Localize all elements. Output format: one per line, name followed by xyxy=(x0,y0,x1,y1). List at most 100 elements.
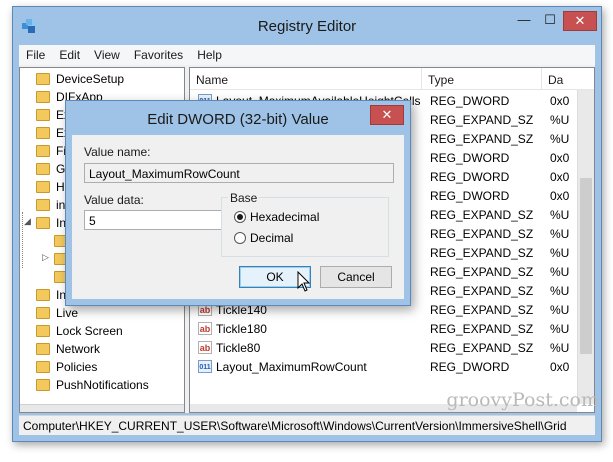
value-data-cell: %U xyxy=(550,132,570,146)
value-data-label: Value data: xyxy=(84,193,144,207)
tree-item-label: Lock Screen xyxy=(56,324,123,338)
value-type-cell: REG_EXPAND_SZ xyxy=(430,303,534,317)
tree-item[interactable]: PushNotifications xyxy=(20,376,180,394)
title-bar[interactable]: Registry Editor — ☐ ✕ xyxy=(13,7,601,45)
value-name-cell: Layout_MaximumRowCount xyxy=(216,360,367,374)
dialog-close-button[interactable]: ✕ xyxy=(370,105,404,125)
value-type-cell: REG_EXPAND_SZ xyxy=(430,227,534,241)
cancel-button[interactable]: Cancel xyxy=(320,266,392,288)
scrollbar-thumb[interactable] xyxy=(580,178,592,354)
folder-icon xyxy=(36,361,50,373)
value-type-cell: REG_DWORD xyxy=(430,94,510,108)
menu-help[interactable]: Help xyxy=(190,45,229,62)
folder-icon xyxy=(36,325,50,337)
value-type-cell: REG_EXPAND_SZ xyxy=(430,113,534,127)
tree-item-label: Policies xyxy=(56,360,98,374)
value-data-cell: %U xyxy=(550,303,570,317)
folder-icon xyxy=(36,145,50,157)
minimize-button[interactable]: — xyxy=(511,11,537,31)
edit-dword-dialog: Edit DWORD (32-bit) Value ✕ Value name: … xyxy=(65,100,411,306)
value-type-cell: REG_DWORD xyxy=(430,170,510,184)
folder-icon xyxy=(36,181,50,193)
value-data-cell: 0x0 xyxy=(550,151,570,165)
status-bar: Computer\HKEY_CURRENT_USER\Software\Micr… xyxy=(19,415,595,435)
value-data-cell: %U xyxy=(550,322,570,336)
tree-item-label: Network xyxy=(56,342,101,356)
value-name-label: Value name: xyxy=(84,145,151,159)
list-row[interactable]: ab Tickle80 REG_EXPAND_SZ %U xyxy=(190,338,594,357)
value-data-cell: 0x0 xyxy=(550,189,570,203)
radio-label: Decimal xyxy=(250,231,294,245)
value-name-cell: Tickle180 xyxy=(216,322,267,336)
watermark: groovyPost.com xyxy=(446,389,599,411)
folder-icon xyxy=(36,379,50,391)
folder-icon xyxy=(36,91,50,103)
value-type-cell: REG_DWORD xyxy=(430,151,510,165)
value-data-cell: 0x0 xyxy=(550,360,570,374)
list-header: Name Type Da xyxy=(190,68,594,90)
folder-icon xyxy=(36,289,50,301)
list-row[interactable]: 011 Layout_MaximumRowCount REG_DWORD 0x0 xyxy=(190,357,594,376)
value-type-cell: REG_DWORD xyxy=(430,360,510,374)
tree-item[interactable]: Lock Screen xyxy=(20,322,180,340)
menu-file[interactable]: File xyxy=(19,45,52,62)
value-type-cell: REG_EXPAND_SZ xyxy=(430,265,534,279)
radio-selected-icon xyxy=(234,211,246,223)
value-type-cell: REG_EXPAND_SZ xyxy=(430,246,534,260)
tree-item-label: H xyxy=(56,180,65,194)
expander-icon[interactable]: ▷ xyxy=(42,252,49,263)
tree-item-label: in xyxy=(56,198,66,212)
value-data-cell: %U xyxy=(550,284,570,298)
dword-value-icon: 011 xyxy=(198,360,212,373)
dialog-title: Edit DWORD (32-bit) Value xyxy=(147,111,329,128)
string-value-icon: ab xyxy=(198,341,212,354)
value-type-cell: REG_EXPAND_SZ xyxy=(430,284,534,298)
tree-item[interactable]: DeviceSetup xyxy=(20,70,180,88)
list-row[interactable]: ab Tickle180 REG_EXPAND_SZ %U xyxy=(190,319,594,338)
folder-icon xyxy=(36,127,50,139)
folder-icon xyxy=(36,163,50,175)
folder-icon xyxy=(36,73,50,85)
mouse-pointer-icon xyxy=(297,271,311,292)
value-type-cell: REG_EXPAND_SZ xyxy=(430,132,534,146)
value-name-field[interactable]: Layout_MaximumRowCount xyxy=(84,163,394,183)
value-type-cell: REG_EXPAND_SZ xyxy=(430,341,534,355)
status-path: Computer\HKEY_CURRENT_USER\Software\Micr… xyxy=(23,419,567,433)
menu-edit[interactable]: Edit xyxy=(52,45,87,62)
menu-bar: File Edit View Favorites Help xyxy=(19,45,595,65)
value-data-cell: %U xyxy=(550,246,570,260)
folder-icon xyxy=(36,307,50,319)
tree-item-label: G xyxy=(56,162,66,176)
column-header-name[interactable]: Name xyxy=(190,68,422,90)
menu-favorites[interactable]: Favorites xyxy=(127,45,190,62)
column-header-type[interactable]: Type xyxy=(422,68,542,90)
tree-item[interactable]: Policies xyxy=(20,358,180,376)
value-data-cell: %U xyxy=(550,113,570,127)
tree-item[interactable]: Live xyxy=(20,304,180,322)
column-header-data[interactable]: Da xyxy=(542,68,594,90)
folder-icon xyxy=(36,199,50,211)
value-data-cell: %U xyxy=(550,208,570,222)
tree-item-label: DeviceSetup xyxy=(56,72,125,86)
value-data-cell: 0x0 xyxy=(550,170,570,184)
value-data-cell: %U xyxy=(550,265,570,279)
tree-item[interactable]: Network xyxy=(20,340,180,358)
value-data-cell: 0x0 xyxy=(550,94,570,108)
value-data-input[interactable]: 5 xyxy=(84,210,222,230)
folder-icon xyxy=(36,217,50,229)
close-button[interactable]: ✕ xyxy=(563,11,597,31)
list-vertical-scrollbar[interactable] xyxy=(577,90,594,404)
base-label: Base xyxy=(228,191,260,205)
base-groupbox xyxy=(221,197,389,257)
dialog-body: Value name: Layout_MaximumRowCount Value… xyxy=(72,135,404,299)
folder-icon xyxy=(36,343,50,355)
folder-icon xyxy=(36,109,50,121)
value-type-cell: REG_DWORD xyxy=(430,189,510,203)
maximize-button[interactable]: ☐ xyxy=(537,11,563,31)
value-type-cell: REG_EXPAND_SZ xyxy=(430,208,534,222)
tree-item-label: PushNotifications xyxy=(56,378,149,392)
expander-icon[interactable]: ◢ xyxy=(24,216,31,227)
menu-view[interactable]: View xyxy=(87,45,127,62)
tree-horizontal-scrollbar[interactable] xyxy=(20,404,184,412)
radio-unselected-icon xyxy=(234,232,246,244)
